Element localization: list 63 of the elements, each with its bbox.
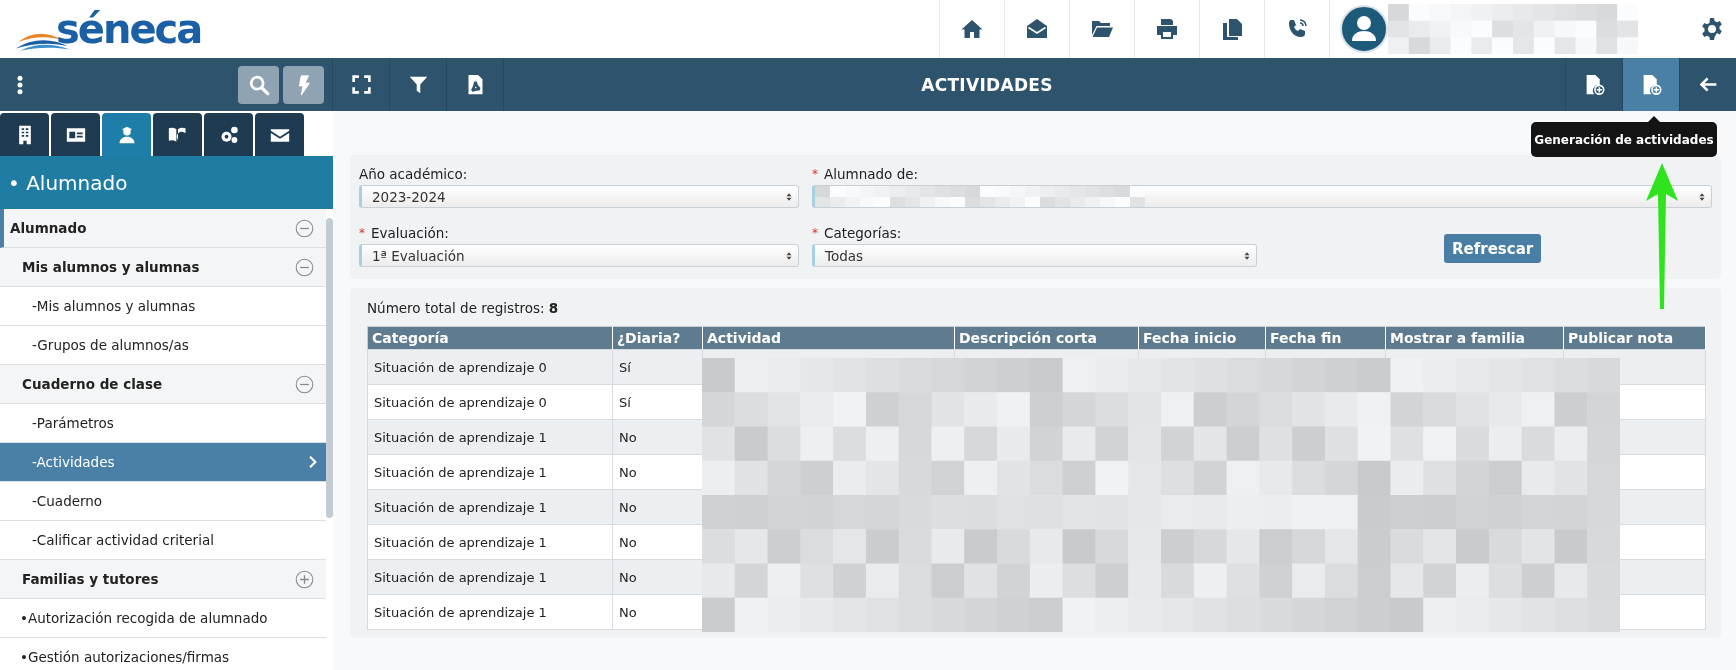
select-field[interactable]: 1ª Evaluación: [359, 244, 799, 267]
expand-icon[interactable]: [295, 569, 314, 589]
sidebar-tab[interactable]: [255, 113, 304, 156]
column-header[interactable]: Fecha fin: [1265, 326, 1386, 350]
field-label: Año académico:: [359, 166, 468, 182]
table-cell: Situación de aprendizaje 1: [367, 419, 613, 455]
sidebar-item[interactable]: Cuaderno de clase: [0, 365, 326, 404]
table-cell: Situación de aprendizaje 1: [367, 489, 613, 525]
sidebar-tab[interactable]: [153, 113, 202, 156]
sidebar-item[interactable]: Alumnado: [0, 209, 326, 248]
column-header[interactable]: Categoría: [367, 326, 613, 350]
table-cell: Situación de aprendizaje 1: [367, 559, 613, 595]
page-title: ACTIVIDADES: [920, 73, 1054, 97]
required-mark: *: [812, 167, 818, 181]
table-cell: Situación de aprendizaje 1: [367, 524, 613, 560]
sidebar-item[interactable]: Familias y tutores: [0, 560, 326, 599]
scrollbar[interactable]: [326, 218, 333, 518]
sidebar-tab[interactable]: [0, 113, 49, 156]
table-cell: Situación de aprendizaje 1: [367, 594, 613, 630]
select-field[interactable]: 2023-2024: [359, 185, 799, 208]
tooltip: Generación de actividades: [1531, 122, 1717, 157]
table-cell: Situación de aprendizaje 0: [367, 384, 613, 420]
required-mark: *: [812, 226, 818, 240]
home-icon: [960, 17, 984, 41]
sidebar-tab[interactable]: [51, 113, 100, 156]
sidebar-tab[interactable]: [204, 113, 253, 156]
search-icon: [247, 73, 270, 96]
collapse-icon[interactable]: [295, 218, 314, 238]
field-label: Alumnado de:: [824, 166, 919, 182]
avatar[interactable]: [1340, 5, 1388, 53]
collapse-icon[interactable]: [295, 374, 314, 394]
settings-icon: [1700, 17, 1724, 41]
sidebar-item[interactable]: -Actividades: [0, 443, 326, 482]
select-field[interactable]: Todas: [812, 244, 1257, 267]
field-label: Evaluación:: [371, 225, 449, 241]
field-label: Categorías:: [824, 225, 902, 241]
column-header[interactable]: Mostrar a familia: [1385, 326, 1564, 350]
printer-icon: [1155, 17, 1179, 41]
table-cell: Situación de aprendizaje 0: [367, 349, 613, 385]
column-header[interactable]: Actividad: [702, 326, 955, 350]
refresh-button[interactable]: Refrescar: [1444, 234, 1542, 263]
documents-icon: [1220, 17, 1244, 41]
search-button[interactable]: [238, 65, 279, 104]
column-header[interactable]: Fecha inicio: [1138, 326, 1266, 350]
sidebar-heading: • Alumnado: [0, 156, 333, 209]
collapse-icon[interactable]: [295, 257, 314, 277]
envelope-icon: [1025, 17, 1049, 41]
sidebar-item[interactable]: Mis alumnos y alumnas: [0, 248, 326, 287]
select-field[interactable]: [812, 185, 1712, 208]
column-header[interactable]: Descripción corta: [954, 326, 1139, 350]
quick-access-button[interactable]: [283, 65, 324, 104]
add-documents-button[interactable]: [1622, 58, 1679, 111]
record-count: Número total de registros: 8: [367, 300, 560, 316]
table-cell: No: [612, 489, 703, 525]
table-cell: No: [612, 419, 703, 455]
table-cell: Situación de aprendizaje 1: [367, 454, 613, 490]
fullscreen-icon: [350, 74, 372, 95]
table-cell: Sí: [612, 349, 703, 385]
logo-text: séneca: [56, 9, 202, 49]
table-cell: No: [612, 559, 703, 595]
column-header[interactable]: ¿Diaria?: [612, 326, 703, 350]
required-mark: *: [359, 226, 365, 240]
column-header[interactable]: Publicar nota: [1563, 326, 1706, 350]
